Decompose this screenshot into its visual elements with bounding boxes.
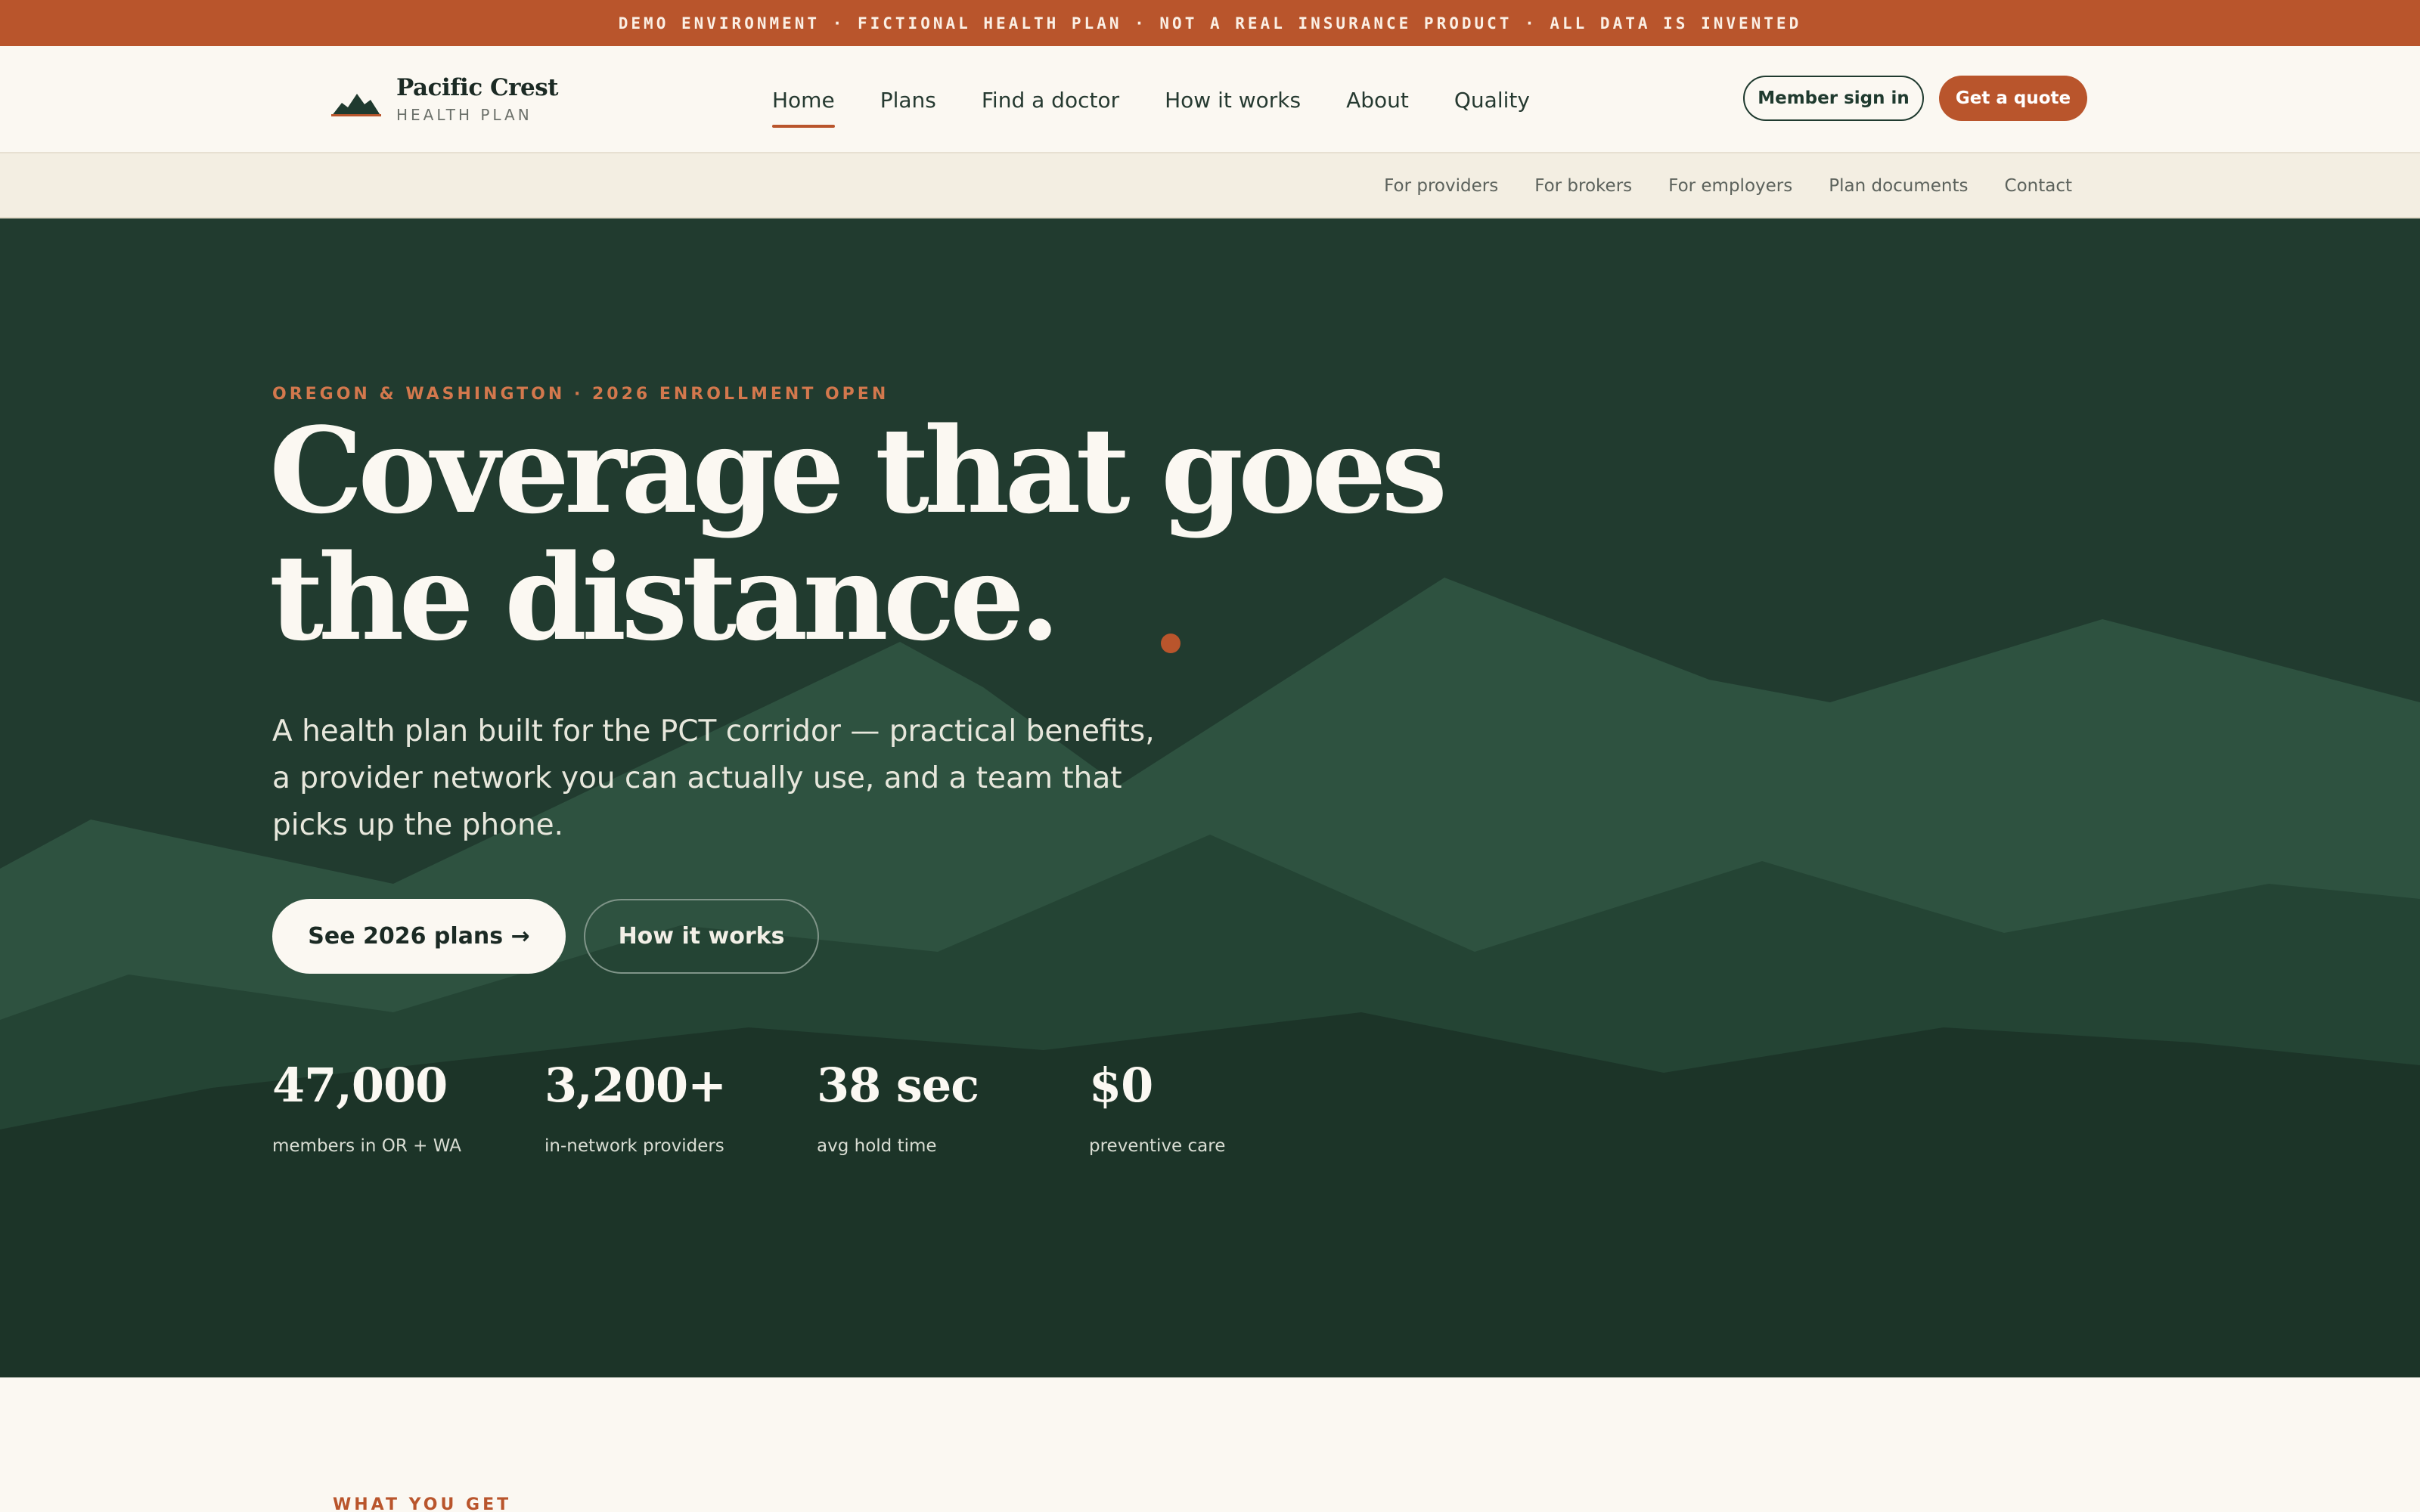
brand-subtitle: HEALTH PLAN — [396, 106, 532, 124]
hero-stats: 47,000 members in OR + WA 3,200+ in-netw… — [272, 1058, 1361, 1157]
main-nav: Home Plans Find a doctor How it works Ab… — [772, 46, 1575, 153]
nav-item-how-it-works[interactable]: How it works — [1165, 88, 1301, 113]
hero-headline-line-2: the distance. — [269, 528, 1060, 667]
brand-logo-link[interactable]: Pacific Crest HEALTH PLAN — [331, 69, 559, 129]
how-it-works-button[interactable]: How it works — [584, 899, 819, 974]
mountain-icon — [331, 94, 381, 116]
stat-value: 38 sec — [817, 1058, 979, 1113]
stat-value: $0 — [1089, 1058, 1153, 1113]
nav-item-quality[interactable]: Quality — [1454, 88, 1530, 113]
stat-members: 47,000 members in OR + WA — [272, 1058, 544, 1157]
member-signin-button[interactable]: Member sign in — [1743, 76, 1924, 121]
hero-lede: A health plan built for the PCT corridor… — [272, 714, 1155, 842]
site-header: Pacific Crest HEALTH PLAN Home Plans Fin… — [0, 46, 2420, 153]
hero-headline-line-1: Coverage that goes — [269, 401, 1447, 540]
demo-banner: DEMO ENVIRONMENT · FICTIONAL HEALTH PLAN… — [0, 0, 2420, 46]
utility-link-plan-documents[interactable]: Plan documents — [1829, 176, 1968, 196]
utility-link-brokers[interactable]: For brokers — [1534, 176, 1632, 196]
stat-hold-time: 38 sec avg hold time — [817, 1058, 1089, 1157]
hero-headline: Coverage that goes the distance. — [269, 407, 1555, 662]
utility-link-employers[interactable]: For employers — [1668, 176, 1792, 196]
utility-link-providers[interactable]: For providers — [1384, 176, 1498, 196]
demo-banner-text: DEMO ENVIRONMENT · FICTIONAL HEALTH PLAN… — [618, 14, 1802, 33]
what-you-get-label: WHAT YOU GET — [333, 1495, 512, 1512]
get-quote-button[interactable]: Get a quote — [1939, 76, 2087, 121]
nav-item-home[interactable]: Home — [772, 88, 835, 128]
stat-value: 3,200+ — [544, 1058, 727, 1113]
hero-section: OREGON & WASHINGTON · 2026 ENROLLMENT OP… — [0, 218, 2420, 1377]
stat-value: 47,000 — [272, 1058, 448, 1113]
utility-nav: For providers For brokers For employers … — [1348, 153, 2072, 218]
nav-item-find-a-doctor[interactable]: Find a doctor — [982, 88, 1119, 113]
see-plans-button[interactable]: See 2026 plans → — [272, 899, 566, 974]
stat-label: avg hold time — [817, 1136, 937, 1156]
utility-bar: For providers For brokers For employers … — [0, 153, 2420, 218]
stat-providers: 3,200+ in-network providers — [544, 1058, 817, 1157]
stat-label: in-network providers — [544, 1136, 724, 1156]
brand-name: Pacific Crest — [396, 74, 559, 101]
stat-preventive-care: $0 preventive care — [1089, 1058, 1361, 1157]
brand-wordmark: Pacific Crest HEALTH PLAN — [396, 73, 559, 125]
utility-link-contact[interactable]: Contact — [2005, 176, 2072, 196]
nav-item-plans[interactable]: Plans — [880, 88, 936, 113]
nav-item-about[interactable]: About — [1346, 88, 1409, 113]
stat-label: preventive care — [1089, 1136, 1226, 1156]
stat-label: members in OR + WA — [272, 1136, 461, 1156]
